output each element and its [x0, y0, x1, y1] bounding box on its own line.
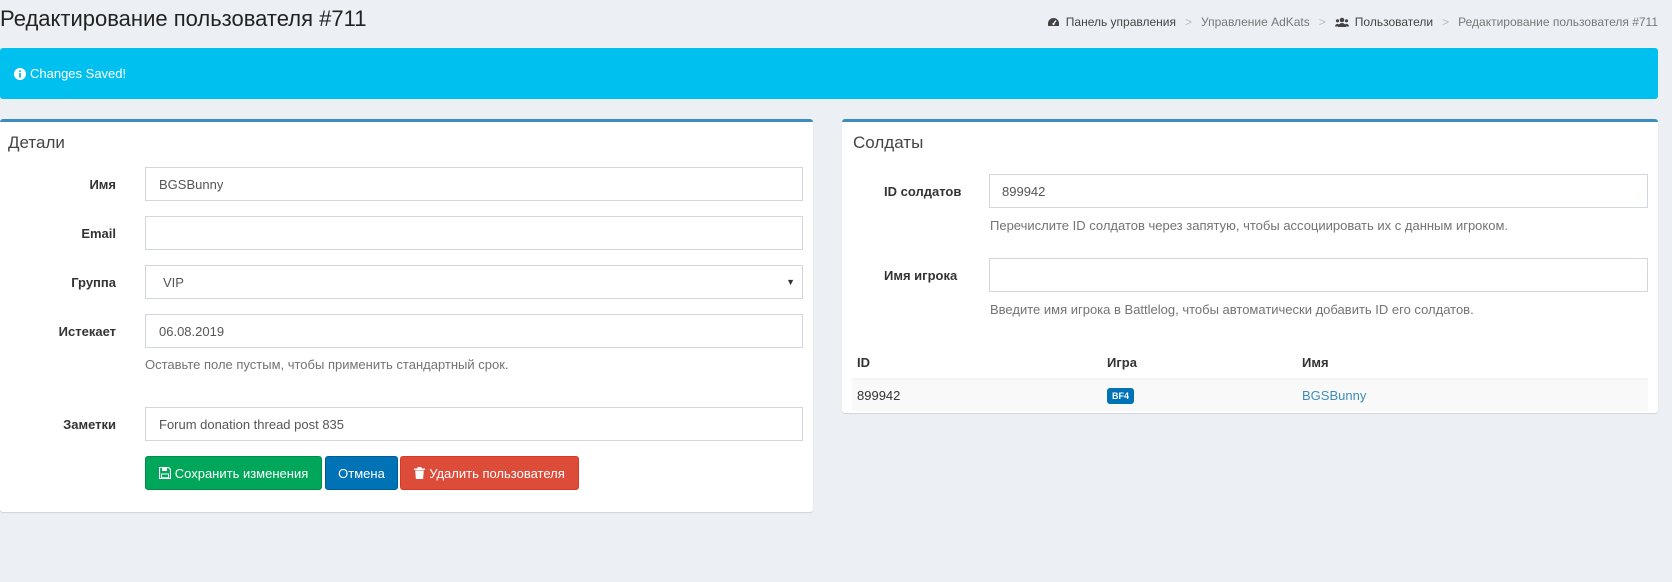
column-header-name: Имя [1297, 347, 1648, 380]
cancel-button-label: Отмена [338, 465, 385, 481]
save-icon [158, 467, 171, 479]
cell-soldier-id: 899942 [852, 379, 1102, 411]
notes-label: Заметки [63, 417, 116, 432]
expires-label: Истекает [58, 324, 116, 339]
name-label: Имя [89, 177, 116, 192]
cell-soldier-name: BGSBunny [1297, 379, 1648, 411]
name-input[interactable]: BGSBunny [145, 167, 803, 201]
breadcrumb-separator: > [1318, 15, 1326, 29]
info-circle-icon [14, 67, 26, 80]
soldier-ids-input[interactable]: 899942 [989, 174, 1648, 208]
soldier-ids-help: Перечислите ID солдатов через запятую, ч… [990, 218, 1509, 233]
cell-game: BF4 [1102, 379, 1297, 411]
breadcrumb-item-users[interactable]: Пользователи [1334, 15, 1434, 29]
breadcrumb-label: Панель управления [1065, 15, 1177, 29]
breadcrumb: Панель управления > Управление AdKats > … [1047, 15, 1658, 29]
column-header-id: ID [852, 347, 1102, 380]
notes-input[interactable]: Forum donation thread post 835 [145, 407, 803, 441]
player-name-label: Имя игрока [884, 268, 958, 283]
breadcrumb-label: Редактирование пользователя #711 [1458, 15, 1658, 29]
column-header-game: Игра [1102, 347, 1297, 380]
breadcrumb-item-current: Редактирование пользователя #711 [1458, 15, 1658, 29]
expires-help: Оставьте поле пустым, чтобы применить ст… [145, 357, 509, 372]
soldiers-table: ID Игра Имя 899942 BF4 BGSBunny [852, 347, 1648, 411]
save-button[interactable]: Сохранить изменения [145, 456, 322, 490]
breadcrumb-separator: > [1185, 15, 1193, 29]
page-title: Редактирование пользователя #711 [0, 6, 367, 31]
breadcrumb-separator: > [1442, 15, 1450, 29]
content-header: Редактирование пользователя #711 Панель … [0, 0, 1672, 44]
changes-saved-alert: Changes Saved! [0, 48, 1658, 99]
breadcrumb-label: Управление AdKats [1201, 15, 1310, 29]
soldiers-title: Солдаты [853, 133, 924, 152]
trash-icon [414, 467, 426, 479]
chevron-down-icon: ▼ [786, 277, 795, 287]
soldier-name-link[interactable]: BGSBunny [1302, 388, 1366, 403]
breadcrumb-item-dashboard[interactable]: Панель управления [1047, 15, 1176, 29]
details-title: Детали [8, 133, 65, 152]
table-row: 899942 BF4 BGSBunny [852, 379, 1648, 411]
group-select[interactable]: VIP ▼ [145, 265, 803, 299]
users-icon [1334, 17, 1349, 27]
cancel-button[interactable]: Отмена [325, 456, 398, 490]
group-selected-value: VIP [163, 274, 184, 290]
email-input[interactable] [145, 216, 803, 250]
table-header-row: ID Игра Имя [852, 347, 1648, 380]
details-box: Детали Имя BGSBunny Email Группа VIP ▼ И… [0, 119, 813, 512]
player-name-input[interactable] [989, 258, 1648, 292]
breadcrumb-item-adkats[interactable]: Управление AdKats [1201, 15, 1310, 29]
soldiers-box: Солдаты ID солдатов 899942 Перечислите I… [842, 119, 1658, 413]
dashboard-icon [1047, 17, 1059, 26]
group-label: Группа [71, 275, 116, 290]
delete-button-label: Удалить пользователя [429, 465, 565, 481]
alert-text: Changes Saved! [30, 66, 127, 81]
game-badge: BF4 [1107, 388, 1135, 404]
delete-user-button[interactable]: Удалить пользователя [400, 456, 579, 490]
save-button-label: Сохранить изменения [174, 465, 309, 481]
expires-input[interactable]: 06.08.2019 [145, 314, 803, 348]
email-label: Email [81, 226, 116, 241]
soldier-ids-label: ID солдатов [884, 184, 962, 199]
breadcrumb-label: Пользователи [1354, 15, 1434, 29]
player-name-help: Введите имя игрока в Battlelog, чтобы ав… [990, 302, 1474, 317]
